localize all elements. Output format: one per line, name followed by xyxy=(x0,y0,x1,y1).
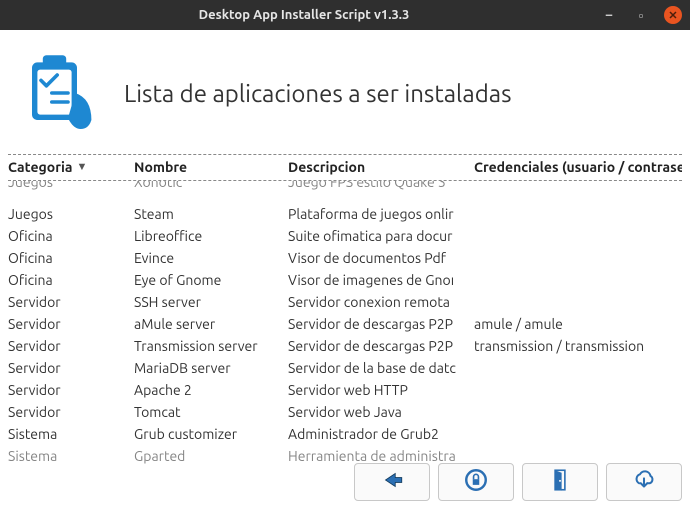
header: Lista de aplicaciones a ser instaladas xyxy=(0,30,690,154)
app-table: Categoria ▼ Nombre Descripcion Credencia… xyxy=(8,155,682,479)
clipboard-check-icon xyxy=(14,48,104,138)
column-header-descripcion[interactable]: Descripcion xyxy=(288,159,474,175)
cell-descripcion: Servidor de descargas P2P xyxy=(288,316,474,332)
column-header-categoria-label: Categoria xyxy=(8,159,72,175)
cell-descripcion: Suite ofimatica para docur xyxy=(288,228,474,244)
cell-nombre: Evince xyxy=(134,250,288,266)
back-button[interactable] xyxy=(354,463,430,501)
cell-nombre: SSH server xyxy=(134,294,288,310)
cell-nombre: Apache 2 xyxy=(134,382,288,398)
cell-descripcion: Servidor conexion remota xyxy=(288,294,474,310)
table-row[interactable]: Servidor Tomcat Servidor web Java xyxy=(8,401,682,423)
table-row[interactable]: Juegos Xonotic Juego FPS estilo Quake 3 xyxy=(8,181,682,193)
cell-categoria: Servidor xyxy=(8,382,134,398)
cell-nombre: Libreoffice xyxy=(134,228,288,244)
sort-desc-icon: ▼ xyxy=(76,161,87,173)
door-exit-icon xyxy=(547,467,573,497)
cell-categoria: Servidor xyxy=(8,360,134,376)
maximize-button[interactable]: ▫ xyxy=(632,6,650,24)
cell-descripcion: Servidor de la base de datc xyxy=(288,360,474,376)
table-row[interactable]: Servidor aMule server Servidor de descar… xyxy=(8,313,682,335)
table-row[interactable]: Servidor Apache 2 Servidor web HTTP xyxy=(8,379,682,401)
cell-credenciales: transmission / transmission xyxy=(474,338,682,354)
cell-descripcion: Servidor de descargas P2P xyxy=(288,338,474,354)
window-controls: – ▫ ✕ xyxy=(600,6,682,24)
cell-nombre: Eye of Gnome xyxy=(134,272,288,288)
download-button[interactable] xyxy=(606,463,682,501)
cell-nombre: Transmission server xyxy=(134,338,288,354)
cell-descripcion: Servidor web HTTP xyxy=(288,382,474,398)
close-button[interactable]: ✕ xyxy=(664,6,682,24)
cloud-download-icon xyxy=(631,467,657,497)
cell-nombre: Grub customizer xyxy=(134,426,288,442)
table-row[interactable]: Oficina Eye of Gnome Visor de imagenes d… xyxy=(8,269,682,291)
cell-nombre: Xonotic xyxy=(134,181,288,190)
arrow-left-icon xyxy=(379,467,405,497)
cell-categoria: Oficina xyxy=(8,272,134,288)
cell-descripcion: Servidor web Java xyxy=(288,404,474,420)
cell-nombre: Tomcat xyxy=(134,404,288,420)
cell-categoria: Sistema xyxy=(8,426,134,442)
exit-button[interactable] xyxy=(522,463,598,501)
cell-categoria: Servidor xyxy=(8,338,134,354)
table-row[interactable]: Oficina Evince Visor de documentos Pdf xyxy=(8,247,682,269)
minimize-button[interactable]: – xyxy=(600,6,618,24)
footer-button-bar xyxy=(354,463,682,501)
window-titlebar: Desktop App Installer Script v1.3.3 – ▫ … xyxy=(0,0,690,30)
cell-categoria: Juegos xyxy=(8,181,134,190)
table-header-row: Categoria ▼ Nombre Descripcion Credencia… xyxy=(8,155,682,181)
cell-descripcion: Juego FPS estilo Quake 3 xyxy=(288,181,474,190)
table-row[interactable]: Oficina Libreoffice Suite ofimatica para… xyxy=(8,225,682,247)
lock-icon xyxy=(463,467,489,497)
cell-descripcion: Plataforma de juegos onlir xyxy=(288,206,474,222)
table-row[interactable]: Servidor SSH server Servidor conexion re… xyxy=(8,291,682,313)
cell-categoria: Servidor xyxy=(8,404,134,420)
cell-credenciales: amule / amule xyxy=(474,316,682,332)
cell-nombre: MariaDB server xyxy=(134,360,288,376)
table-body: Juegos Xonotic Juego FPS estilo Quake 3 … xyxy=(8,181,682,479)
page-title: Lista de aplicaciones a ser instaladas xyxy=(124,80,512,107)
cell-descripcion: Herramienta de administra xyxy=(288,448,474,464)
cell-categoria: Juegos xyxy=(8,206,134,222)
cell-categoria: Servidor xyxy=(8,316,134,332)
lock-button[interactable] xyxy=(438,463,514,501)
window-title: Desktop App Installer Script v1.3.3 xyxy=(8,8,600,22)
cell-descripcion: Visor de imagenes de Gnoı xyxy=(288,272,474,288)
column-header-categoria[interactable]: Categoria ▼ xyxy=(8,159,134,175)
cell-descripcion: Visor de documentos Pdf xyxy=(288,250,474,266)
table-row[interactable]: Juegos Steam Plataforma de juegos onlir xyxy=(8,203,682,225)
cell-categoria: Servidor xyxy=(8,294,134,310)
table-row[interactable]: Servidor Transmission server Servidor de… xyxy=(8,335,682,357)
column-header-credenciales[interactable]: Credenciales (usuario / contraseña xyxy=(474,159,682,175)
cell-descripcion: Administrador de Grub2 xyxy=(288,426,474,442)
cell-categoria: Oficina xyxy=(8,250,134,266)
cell-categoria: Sistema xyxy=(8,448,134,464)
cell-nombre: Steam xyxy=(134,206,288,222)
cell-nombre: aMule server xyxy=(134,316,288,332)
column-header-nombre[interactable]: Nombre xyxy=(134,159,288,175)
table-row[interactable]: Servidor MariaDB server Servidor de la b… xyxy=(8,357,682,379)
table-row[interactable]: Sistema Grub customizer Administrador de… xyxy=(8,423,682,445)
cell-nombre: Gparted xyxy=(134,448,288,464)
cell-categoria: Oficina xyxy=(8,228,134,244)
